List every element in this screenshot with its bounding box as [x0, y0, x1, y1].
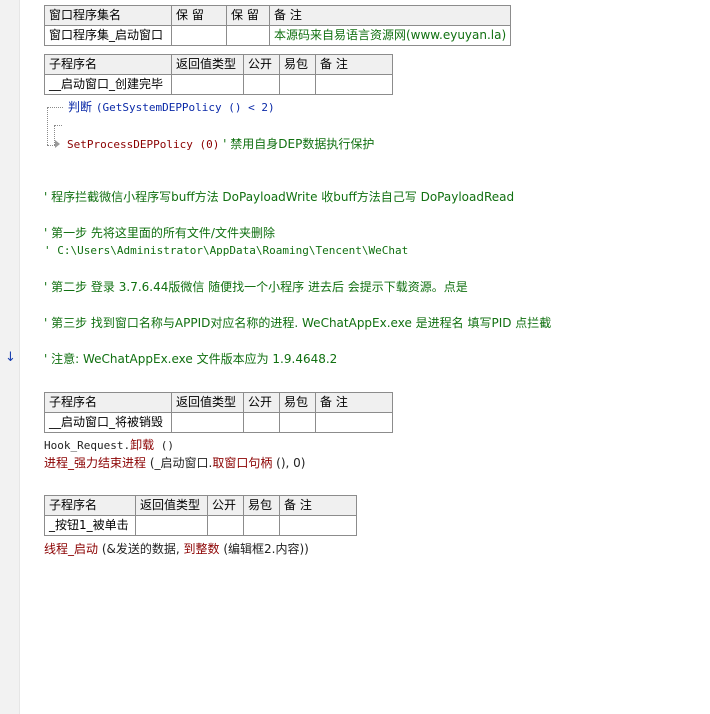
- object-ref: Hook_Request.: [44, 439, 131, 452]
- call-expression: SetProcessDEPPolicy (0): [67, 138, 220, 151]
- col-header: 子程序名: [44, 54, 172, 75]
- public-cell[interactable]: [243, 74, 280, 95]
- col-header: 备 注: [315, 392, 393, 413]
- code-comment: ' 禁用自身DEP数据执行保护: [223, 137, 375, 151]
- code-comment[interactable]: ' C:\Users\Administrator\AppData\Roaming…: [44, 243, 408, 259]
- remark-cell[interactable]: [279, 515, 357, 536]
- remark-cell[interactable]: 本源码来自易语言资源网(www.eyuyan.la): [268, 25, 512, 46]
- return-type-cell[interactable]: [171, 412, 244, 433]
- reserved-cell[interactable]: [171, 25, 227, 46]
- flow-arrow-icon: [55, 140, 60, 148]
- code-line[interactable]: Hook_Request.卸载 (): [44, 437, 174, 454]
- public-cell[interactable]: [243, 412, 280, 433]
- col-header: 保 留: [226, 5, 270, 26]
- col-header: 窗口程序集名: [44, 5, 172, 26]
- subprogram-table: 子程序名 返回值类型 公开 易包 备 注 __启动窗口_将被销毁: [44, 392, 393, 433]
- col-header: 易包: [243, 495, 280, 516]
- args: (编辑框2.内容)): [219, 542, 309, 556]
- col-header: 备 注: [279, 495, 357, 516]
- remark-cell[interactable]: [315, 74, 393, 95]
- code-line[interactable]: 线程_启动 (&发送的数据, 到整数 (编辑框2.内容)): [44, 541, 309, 557]
- easy-package-cell[interactable]: [279, 412, 316, 433]
- col-header: 返回值类型: [135, 495, 208, 516]
- subprogram-name-cell[interactable]: _按钮1_被单击: [44, 515, 136, 536]
- col-header: 备 注: [268, 5, 512, 26]
- col-header: 备 注: [315, 54, 393, 75]
- code-line[interactable]: 进程_强力结束进程 (_启动窗口.取窗口句柄 (), 0): [44, 455, 305, 471]
- keyword: 判断: [68, 100, 93, 114]
- subprogram-name-cell[interactable]: __启动窗口_创建完毕: [44, 74, 172, 95]
- subprogram-table: 子程序名 返回值类型 公开 易包 备 注 __启动窗口_创建完毕: [44, 54, 393, 95]
- function-name: 线程_启动: [44, 542, 99, 556]
- col-header: 易包: [279, 392, 316, 413]
- col-header: 公开: [207, 495, 244, 516]
- args: (), 0): [272, 456, 306, 470]
- subprogram-table: 子程序名 返回值类型 公开 易包 备 注 _按钮1_被单击: [44, 495, 357, 536]
- flow-line: [47, 107, 63, 108]
- code-line-call[interactable]: SetProcessDEPPolicy (0) ' 禁用自身DEP数据执行保护: [67, 136, 374, 153]
- easy-package-cell[interactable]: [243, 515, 280, 536]
- col-header: 返回值类型: [171, 392, 244, 413]
- code-line-if[interactable]: 判断 (GetSystemDEPPolicy () < 2): [68, 99, 275, 116]
- assembly-table: 窗口程序集名 保 留 保 留 备 注 窗口程序集_启动窗口 本源码来自易语言资源…: [44, 5, 512, 46]
- args: (_启动窗口.: [146, 456, 213, 470]
- assembly-name-cell[interactable]: 窗口程序集_启动窗口: [44, 25, 172, 46]
- args: (): [154, 439, 174, 452]
- code-comment[interactable]: ' 第一步 先将这里面的所有文件/文件夹删除: [44, 225, 275, 241]
- code-comment[interactable]: ' 第二步 登录 3.7.6.44版微信 随便找一个小程序 进去后 会提示下载资…: [44, 279, 468, 295]
- flow-line: [54, 125, 62, 126]
- function-name: 到整数: [183, 542, 220, 556]
- col-header: 返回值类型: [171, 54, 244, 75]
- function-name: 进程_强力结束进程: [44, 456, 147, 470]
- col-header: 公开: [243, 392, 280, 413]
- subprogram-name-cell[interactable]: __启动窗口_将被销毁: [44, 412, 172, 433]
- args: (&发送的数据,: [98, 542, 184, 556]
- col-header: 子程序名: [44, 392, 172, 413]
- public-cell[interactable]: [207, 515, 244, 536]
- code-comment[interactable]: ' 程序拦截微信小程序写buff方法 DoPayloadWrite 收buff方…: [44, 189, 514, 205]
- reserved-cell[interactable]: [226, 25, 270, 46]
- col-header: 易包: [279, 54, 316, 75]
- return-type-cell[interactable]: [135, 515, 208, 536]
- method-name: 取窗口句柄: [212, 456, 273, 470]
- remark-cell[interactable]: [315, 412, 393, 433]
- code-comment[interactable]: ' 注意: WeChatAppEx.exe 文件版本应为 1.9.4648.2: [44, 351, 337, 367]
- return-type-cell[interactable]: [171, 74, 244, 95]
- flow-line: [47, 107, 48, 145]
- arrow-down-icon: ↓: [5, 350, 16, 365]
- flow-line: [47, 145, 55, 146]
- expression: (GetSystemDEPPolicy () < 2): [95, 101, 275, 114]
- col-header: 子程序名: [44, 495, 136, 516]
- easy-package-cell[interactable]: [279, 74, 316, 95]
- code-comment[interactable]: ' 第三步 找到窗口名称与APPID对应名称的进程. WeChatAppEx.e…: [44, 315, 551, 331]
- col-header: 保 留: [171, 5, 227, 26]
- method-name: 卸载: [130, 438, 155, 452]
- col-header: 公开: [243, 54, 280, 75]
